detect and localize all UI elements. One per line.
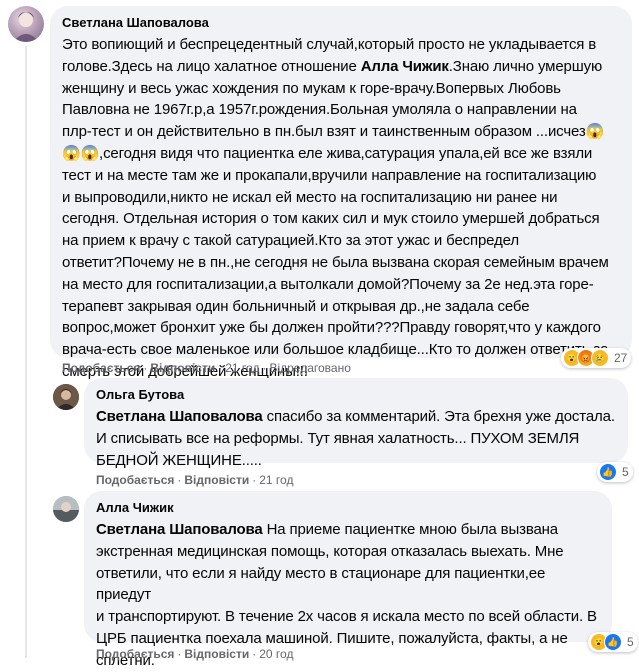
comment-line: плр-тест и он действительно в пн.был взя… <box>62 123 605 141</box>
comment-line: ответит?Почему не в пн.,не сегодня не бы… <box>62 253 609 271</box>
reply-button[interactable]: Відповісти <box>184 473 249 487</box>
comment-line-segment: голове.Здесь на лицо халатное отношение <box>62 57 361 75</box>
comment-author[interactable]: Светлана Шаповалова <box>62 15 620 31</box>
comment-line: терапевт закрывая один больничный и откр… <box>62 297 530 315</box>
reply-button[interactable]: Відповісти <box>150 361 215 375</box>
comment-line: сегодня. Отдельная история о том каких с… <box>62 210 600 228</box>
avatar[interactable] <box>53 496 79 522</box>
avatar-image-icon <box>53 496 79 522</box>
comment-line: ответили, что если я найду место в стаци… <box>96 564 546 604</box>
comment-line: вопрос,может бронхит уже бы должен пройт… <box>62 319 601 337</box>
comment-actions: Подобається · Відповісти · 21 год <box>96 473 294 487</box>
comment-author[interactable]: Ольга Бутова <box>96 387 616 403</box>
comment-line: Павловна не 1967г.р,а 1957г.рождения.Бол… <box>62 101 577 119</box>
reaction-count: 27 <box>614 351 628 365</box>
mention-link[interactable]: Светлана Шаповалова <box>96 521 263 538</box>
like-reaction-icon: 👍 <box>599 463 617 481</box>
avatar-image-icon <box>53 384 79 410</box>
comment-author[interactable]: Алла Чижик <box>96 500 600 516</box>
edited-label[interactable]: Відредаговано <box>269 361 350 375</box>
like-reaction-icon: 👍 <box>604 633 622 651</box>
comment-line: БЕДНОЙ ЖЕНЩИНЕ..... <box>96 451 262 469</box>
reaction-summary[interactable]: 👍 5 <box>597 462 633 482</box>
avatar[interactable] <box>8 6 44 42</box>
thread-line <box>25 46 27 658</box>
comment-line: врача-есть свое маленькое или большое кл… <box>62 341 609 359</box>
mention-link[interactable]: Светлана Шаповалова <box>96 408 263 425</box>
reaction-summary[interactable]: 😮 😡 😢 27 <box>561 348 632 368</box>
comment-line: голове.Здесь на лицо халатное отношение … <box>62 56 620 78</box>
reaction-count: 5 <box>627 635 634 649</box>
comment-line: Светлана Шаповалова спасибо за комментар… <box>96 406 616 428</box>
comment-line: экстренная медицинская помощь, которая о… <box>96 542 564 560</box>
comment-timestamp[interactable]: 20 год <box>259 647 293 661</box>
like-button[interactable]: Подобається <box>96 473 174 487</box>
comment-timestamp[interactable]: 21 год <box>225 361 259 375</box>
avatar-image-icon <box>13 12 39 42</box>
comment-line: и выпроводили,никто не искал ей место на… <box>62 188 558 206</box>
reaction-count: 5 <box>622 465 629 479</box>
comment-line: И списывать все на реформы. Тут явная ха… <box>96 429 580 447</box>
mention-link[interactable]: Алла Чижик <box>361 58 449 75</box>
comment-line: на место для госпитализации,а вытолкали … <box>62 275 594 293</box>
comment-line-segment: .Знаю лично умершую <box>448 57 603 75</box>
comment-bubble: Светлана Шаповалова Это вопиющий и беспр… <box>50 6 632 380</box>
comment-text: Светлана Шаповалова спасибо за комментар… <box>96 406 616 471</box>
comment-bubble: Алла Чижик Светлана Шаповалова На приеме… <box>84 491 612 669</box>
comment-text: Это вопиющий и беспрецедентный случай,ко… <box>62 34 620 383</box>
comment-line: тест и на месте там же и прокапали,вручи… <box>62 166 597 184</box>
comment-actions: Подобається · Відповісти · 21 год · Відредагов… <box>62 361 351 375</box>
avatar[interactable] <box>53 384 79 410</box>
like-button[interactable]: Подобається <box>62 361 140 375</box>
comment-line: 😱😱,сегодня видя что пациентка еле жива,с… <box>62 144 593 162</box>
comment-bubble: Ольга Бутова Светлана Шаповалова спасибо… <box>84 378 628 469</box>
comment-line: и транспортируют. В течение 2х часов я и… <box>96 608 597 626</box>
comment-line: на прием к врачу с такой сатурацией.Кто … <box>62 232 519 250</box>
comment-line-segment: На приеме пациентке мною была вызвана <box>262 521 559 538</box>
comment-actions: Подобається · Відповісти · 20 год <box>96 647 294 661</box>
reaction-summary[interactable]: 😮 👍 5 <box>588 632 638 652</box>
sad-reaction-icon: 😢 <box>591 349 609 367</box>
like-button[interactable]: Подобається <box>96 647 174 661</box>
reply-button[interactable]: Відповісти <box>184 647 249 661</box>
comment-timestamp[interactable]: 21 год <box>259 473 293 487</box>
comment-line: Это вопиющий и беспрецедентный случай,ко… <box>62 36 597 53</box>
comment-line: Светлана Шаповалова На приеме пациентке … <box>96 519 600 541</box>
comment-line: женщину и весь ужас хождения по мукам к … <box>62 79 561 97</box>
comment-line-segment: спасибо за комментарий. Эта брехня уже д… <box>262 408 615 425</box>
